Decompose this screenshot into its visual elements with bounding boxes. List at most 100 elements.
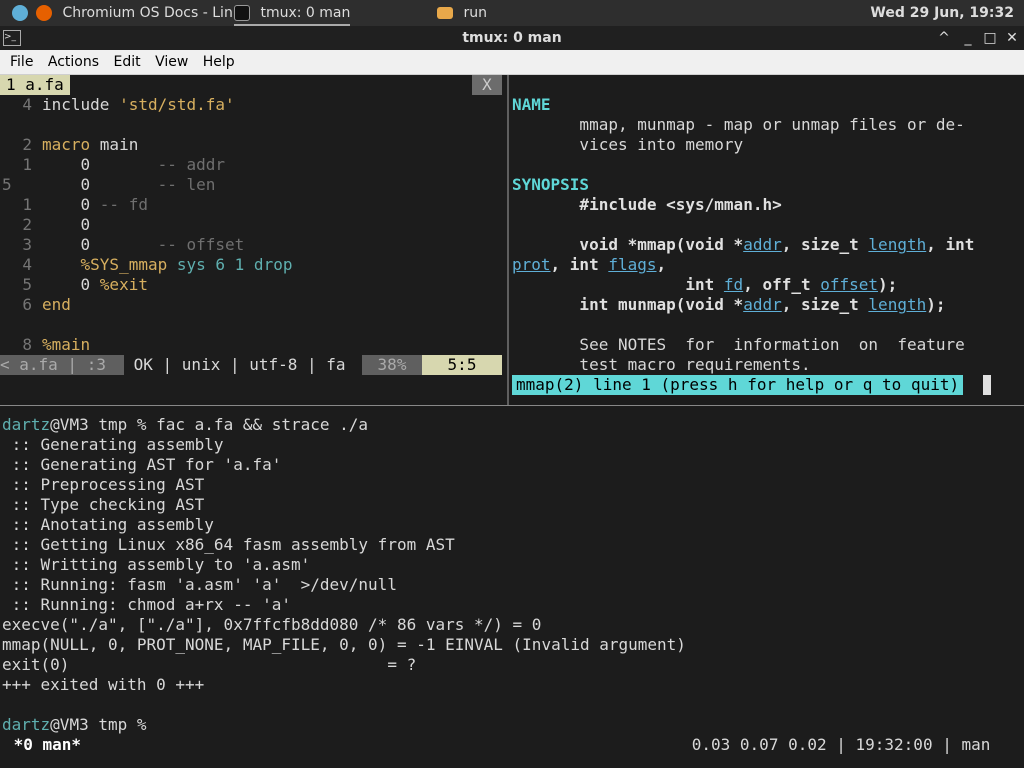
text-span: -- offset: [157, 235, 245, 254]
text-line: 1 0 -- fd: [2, 195, 148, 215]
tmux-window-label[interactable]: *0 man*: [4, 735, 81, 755]
menu-view[interactable]: View: [150, 50, 193, 74]
status-file: < a.fa | :3: [0, 355, 124, 375]
text-span: #include <sys/mman.h>: [512, 195, 782, 214]
text-line: 4 include 'std/std.fa': [2, 95, 235, 115]
text-span: 'std/std.fa': [119, 95, 235, 114]
maximize-button[interactable]: □: [980, 28, 1000, 48]
launcher-icon: [12, 5, 28, 21]
text-line: :: Type checking AST: [2, 495, 205, 515]
window-titlebar[interactable]: >_ tmux: 0 man ^ _ □ ✕: [0, 26, 1024, 50]
text-span: end: [42, 295, 71, 314]
clock[interactable]: Wed 29 Jun, 19:32: [870, 0, 1014, 26]
line-number: 1: [22, 195, 32, 214]
text-line: 6 end: [2, 295, 71, 315]
text-line: 8 %main: [2, 335, 90, 355]
text-line: 4 %SYS_mmap sys 6 1 drop: [2, 255, 292, 275]
terminal-area[interactable]: 1 a.fa X 4 include 'std/std.fa' 2 macro mai…: [0, 75, 1024, 768]
text-span: prot: [512, 255, 551, 274]
text-span: , size_t: [781, 295, 869, 314]
text-line: :: Getting Linux x86_64 fasm assembly fr…: [2, 535, 455, 555]
line-number: 2: [22, 215, 32, 234]
text-line: :: Anotating assembly: [2, 515, 214, 535]
editor-tab[interactable]: 1 a.fa: [0, 75, 70, 95]
text-line: See NOTES for information on feature: [512, 335, 964, 355]
text-span: exit(0) = ?: [2, 655, 417, 674]
text-line: :: Generating assembly: [2, 435, 224, 455]
shell-pane[interactable]: dartz@VM3 tmp % fac a.fa && strace ./a :…: [0, 415, 1024, 735]
menu-actions[interactable]: Actions: [43, 50, 104, 74]
pane-divider-horizontal[interactable]: [0, 405, 1024, 406]
text-line: #include <sys/mman.h>: [512, 195, 782, 215]
taskbar-item-terminal[interactable]: tmux: 0 man: [234, 0, 351, 26]
status-percent: 38%: [362, 355, 422, 375]
text-span: mmap, munmap - map or unmap files or de-: [512, 115, 965, 134]
text-span: mmap(NULL, 0, PROT_NONE, MAP_FILE, 0, 0)…: [2, 635, 686, 654]
text-line: mmap, munmap - map or unmap files or de-: [512, 115, 965, 135]
text-line: :: Preprocessing AST: [2, 475, 205, 495]
man-pane[interactable]: NAME mmap, munmap - map or unmap files o…: [512, 75, 1024, 405]
line-number: 4: [22, 255, 32, 274]
minimize-button[interactable]: _: [958, 28, 978, 48]
text-line: execve("./a", ["./a"], 0x7ffcfb8dd080 /*…: [2, 615, 541, 635]
text-span: flags: [608, 255, 657, 274]
text-span: dartz: [2, 415, 51, 434]
taskbar-item-label: run: [463, 5, 487, 21]
menu-help[interactable]: Help: [198, 50, 240, 74]
text-span: , size_t: [781, 235, 869, 254]
text-line: 2 macro main: [2, 135, 138, 155]
tmux-status-right: 0.03 0.07 0.02 | 19:32:00 | man: [691, 735, 1000, 754]
line-number: 2: [22, 135, 32, 154]
text-line: exit(0) = ?: [2, 655, 416, 675]
text-span: :: Running: fasm 'a.asm' 'a' >/dev/null: [2, 575, 397, 594]
text-span: length: [868, 235, 927, 254]
text-span: );: [878, 275, 898, 294]
text-span: %SYS_mmap: [80, 255, 168, 274]
text-span: vices into memory: [512, 135, 744, 154]
terminal-icon: [234, 5, 250, 21]
taskbar-item-label: Chromium OS Docs - Lin...: [62, 5, 247, 21]
text-line: mmap(NULL, 0, PROT_NONE, MAP_FILE, 0, 0)…: [2, 635, 686, 655]
text-span: test macro requirements.: [512, 355, 811, 374]
text-line: int fd, off_t offset);: [512, 275, 897, 295]
text-span: SYNOPSIS: [512, 175, 590, 194]
text-line: SYNOPSIS: [512, 175, 589, 195]
menu-edit[interactable]: Edit: [108, 50, 145, 74]
text-span: :: Getting Linux x86_64 fasm assembly fr…: [2, 535, 455, 554]
text-span: , int: [550, 255, 609, 274]
text-line: NAME: [512, 95, 551, 115]
editor-pane[interactable]: 1 a.fa X 4 include 'std/std.fa' 2 macro mai…: [0, 75, 506, 405]
text-span: 0: [42, 175, 158, 194]
text-span: :: Generating AST for 'a.fa': [2, 455, 282, 474]
pane-divider[interactable]: [507, 75, 509, 405]
text-line: [2, 115, 42, 135]
folder-icon: [437, 7, 453, 19]
text-span: :: Type checking AST: [2, 495, 205, 514]
text-span: :: Preprocessing AST: [2, 475, 205, 494]
line-number: 5: [22, 275, 32, 294]
text-span: +++ exited with 0 +++: [2, 675, 205, 694]
text-span: );: [926, 295, 946, 314]
text-span: 0: [42, 215, 91, 234]
text-line: prot, int flags,: [512, 255, 666, 275]
status-position: 5:5: [422, 355, 502, 375]
text-span: execve("./a", ["./a"], 0x7ffcfb8dd080 /*…: [2, 615, 542, 634]
editor-tab-close[interactable]: X: [472, 75, 502, 95]
shade-button[interactable]: ^: [934, 28, 954, 48]
text-span: int: [512, 275, 724, 294]
text-span: 0: [42, 235, 158, 254]
taskbar-item-browser[interactable]: Chromium OS Docs - Lin...: [36, 0, 246, 26]
text-line: :: Running: chmod a+rx -- 'a': [2, 595, 291, 615]
menu-file[interactable]: File: [5, 50, 38, 74]
text-span: int munmap(void *: [512, 295, 744, 314]
launcher-button[interactable]: [12, 0, 28, 26]
taskbar: Chromium OS Docs - Lin... tmux: 0 man ru…: [0, 0, 1024, 26]
text-span: [42, 255, 81, 274]
close-button[interactable]: ✕: [1002, 28, 1022, 48]
text-span: sys 6 1 drop: [167, 255, 293, 274]
editor-statusline: < a.fa | :3 OK | unix | utf-8 | fa 38% 5…: [0, 355, 502, 375]
man-statusline: mmap(2) line 1 (press h for help or q to…: [512, 375, 964, 395]
line-number: 6: [22, 295, 32, 314]
taskbar-item-folder[interactable]: run: [437, 0, 487, 26]
text-line: :: Writting assembly to 'a.asm': [2, 555, 311, 575]
